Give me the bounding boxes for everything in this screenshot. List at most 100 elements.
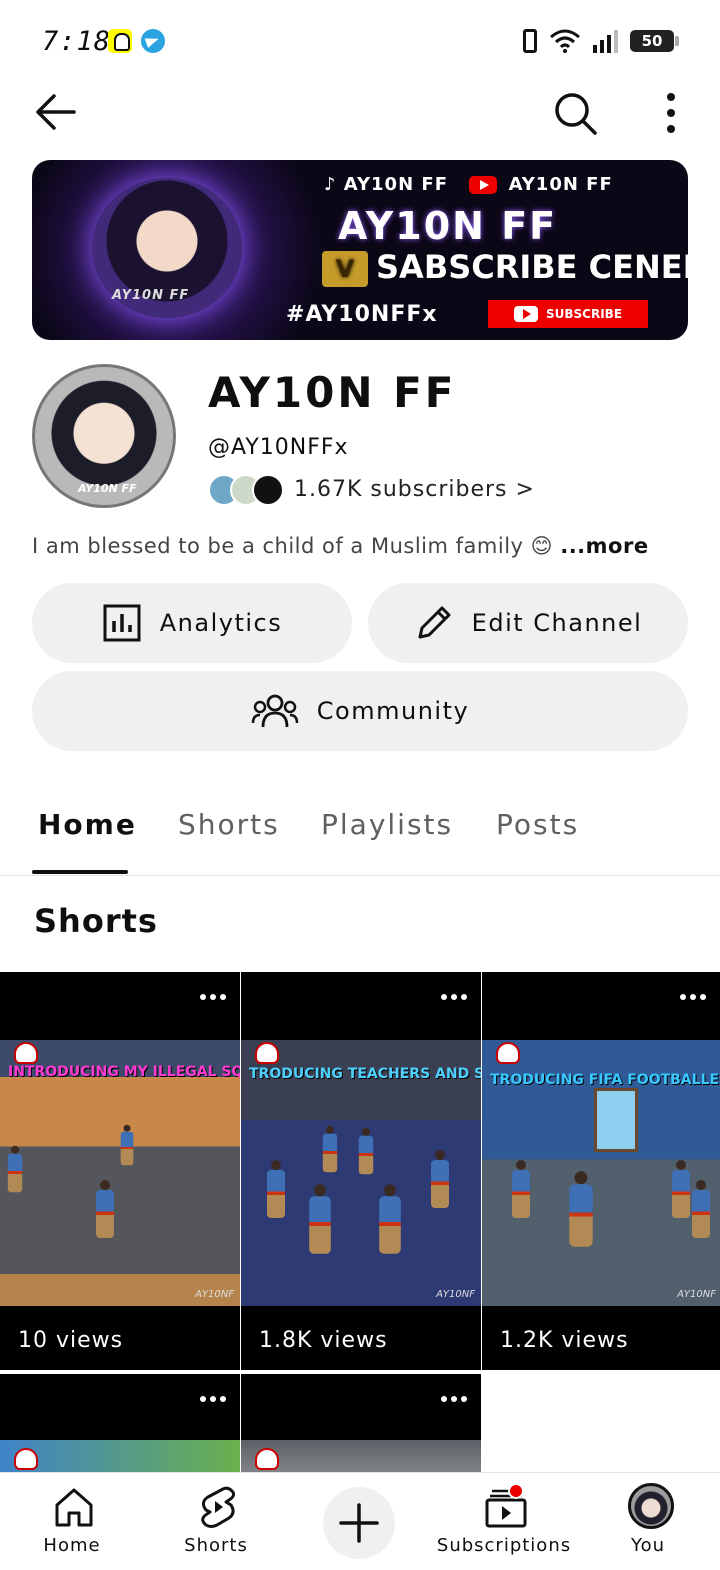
description-text: I am blessed to be a child of a Muslim f… xyxy=(32,534,554,558)
banner-subscribe-text: V SABSCRIBE CENEL xyxy=(322,248,688,287)
short-more-icon[interactable] xyxy=(441,994,467,1002)
top-app-bar xyxy=(0,80,720,144)
cell-signal-icon xyxy=(593,29,618,53)
banner-tiktok-handle: AY10N FF xyxy=(343,174,448,195)
status-time: 7:18 xyxy=(42,26,112,57)
community-button[interactable]: Community xyxy=(32,671,688,751)
character-figure xyxy=(96,1180,114,1238)
tiktok-icon: ♪ xyxy=(324,174,337,195)
character-figure xyxy=(267,1160,285,1218)
status-bar: 7:18 50 xyxy=(0,0,720,80)
short-watermark: AY10NF xyxy=(195,1289,234,1300)
character-figure xyxy=(431,1150,449,1208)
channel-tabs: Home Shorts Playlists Posts xyxy=(0,784,720,876)
description-more-link[interactable]: ...more xyxy=(560,534,648,558)
short-caption: INTRODUCING MY ILLEGAL SQUAD xyxy=(8,1064,240,1080)
banner-youtube-handle: AY10N FF xyxy=(508,174,613,195)
short-more-icon[interactable] xyxy=(680,994,706,1002)
nav-home-label: Home xyxy=(43,1535,101,1556)
analytics-label: Analytics xyxy=(159,609,283,637)
short-watermark: AY10NF xyxy=(436,1289,475,1300)
banner-subscribe-label: SABSCRIBE CENEL xyxy=(376,248,688,286)
short-views: 1.2K views xyxy=(500,1328,629,1353)
short-more-icon[interactable] xyxy=(441,1396,467,1404)
banner-avatar-tag: AY10N FF xyxy=(112,288,190,303)
short-more-icon[interactable] xyxy=(200,1396,226,1404)
tab-home[interactable]: Home xyxy=(38,808,137,841)
youtube-logo-icon xyxy=(469,176,498,194)
character-figure xyxy=(322,1125,338,1173)
nav-shorts-label: Shorts xyxy=(184,1535,248,1556)
active-tab-indicator xyxy=(32,870,128,874)
community-people-icon xyxy=(251,694,299,728)
nav-subscriptions[interactable]: Subscriptions xyxy=(434,1473,574,1570)
banner-subscribe-button-label: SUBSCRIBE xyxy=(545,307,623,321)
channel-name: AY10N FF xyxy=(208,368,457,417)
character-figure xyxy=(120,1124,134,1166)
channel-description[interactable]: I am blessed to be a child of a Muslim f… xyxy=(32,534,692,558)
system-icons: 50 xyxy=(523,26,679,56)
youtube-play-icon xyxy=(513,306,538,322)
skull-icon xyxy=(14,1042,38,1064)
short-card[interactable] xyxy=(241,1374,481,1472)
bottom-navigation: Home Shorts Subscriptions You xyxy=(0,1472,720,1570)
skull-icon xyxy=(255,1448,279,1470)
profile-avatar-icon xyxy=(628,1483,674,1529)
channel-avatar-tag: AY10N FF xyxy=(78,482,137,495)
skull-icon xyxy=(496,1042,520,1064)
subscriptions-notification-dot xyxy=(508,1483,524,1499)
subscriber-avatar xyxy=(252,474,284,506)
short-thumbnail xyxy=(241,1440,481,1472)
subscriber-avatars xyxy=(208,474,284,506)
nav-shorts[interactable]: Shorts xyxy=(146,1473,286,1570)
banner-subscribe-graphic: SUBSCRIBE xyxy=(488,300,648,328)
short-card[interactable]: INTRODUCING MY ILLEGAL SQUAD AY10NF 10 v… xyxy=(0,972,240,1370)
skull-icon xyxy=(14,1448,38,1470)
character-figure xyxy=(692,1180,710,1238)
subscriber-count-link[interactable]: 1.67K subscribers > xyxy=(294,477,535,502)
skull-icon xyxy=(255,1042,279,1064)
nav-you-label: You xyxy=(630,1535,666,1556)
edit-channel-label: Edit Channel xyxy=(471,609,643,637)
tab-playlists[interactable]: Playlists xyxy=(321,808,453,841)
v-badge: V xyxy=(322,251,368,287)
tab-shorts[interactable]: Shorts xyxy=(178,808,280,841)
character-figure xyxy=(672,1160,690,1218)
short-thumbnail xyxy=(0,1440,240,1472)
pencil-icon xyxy=(418,606,451,639)
channel-handle: @AY10NFFx xyxy=(208,435,349,460)
tab-posts[interactable]: Posts xyxy=(496,808,579,841)
shorts-section-title: Shorts xyxy=(34,902,158,940)
short-views: 1.8K views xyxy=(259,1328,388,1353)
character-figure xyxy=(309,1184,331,1254)
short-card[interactable]: TRODUCING FIFA FOOTBALLERS AY10NF 1.2K v… xyxy=(482,972,720,1370)
short-card[interactable] xyxy=(0,1374,240,1472)
doorway xyxy=(594,1088,638,1152)
create-button[interactable] xyxy=(323,1487,395,1559)
snapchat-notification-icon xyxy=(108,29,132,53)
nav-subscriptions-label: Subscriptions xyxy=(436,1535,572,1556)
more-options-icon[interactable] xyxy=(656,90,686,136)
character-figure xyxy=(379,1184,401,1254)
short-thumbnail: TRODUCING FIFA FOOTBALLERS AY10NF xyxy=(482,1040,720,1306)
nav-home[interactable]: Home xyxy=(2,1473,142,1570)
character-figure xyxy=(569,1171,593,1247)
short-more-icon[interactable] xyxy=(200,994,226,1002)
short-thumbnail: INTRODUCING MY ILLEGAL SQUAD AY10NF xyxy=(0,1040,240,1306)
short-views: 10 views xyxy=(18,1328,124,1353)
vibrate-icon xyxy=(523,29,537,53)
search-icon[interactable] xyxy=(552,90,598,136)
plus-icon xyxy=(339,1503,379,1543)
short-caption: TRODUCING TEACHERS AND STUDENTS xyxy=(249,1066,481,1082)
nav-you[interactable]: You xyxy=(578,1473,718,1570)
short-caption: TRODUCING FIFA FOOTBALLERS xyxy=(490,1072,720,1088)
back-arrow-icon[interactable] xyxy=(34,92,76,132)
short-card[interactable]: TRODUCING TEACHERS AND STUDENTS AY10NF 1… xyxy=(241,972,481,1370)
character-figure xyxy=(512,1160,530,1218)
shorts-icon xyxy=(201,1486,236,1528)
analytics-icon xyxy=(103,604,141,642)
community-label: Community xyxy=(316,697,470,725)
edit-channel-button[interactable]: Edit Channel xyxy=(368,583,688,663)
analytics-button[interactable]: Analytics xyxy=(32,583,352,663)
banner-social-line: ♪ AY10N FF AY10N FF xyxy=(324,174,613,195)
